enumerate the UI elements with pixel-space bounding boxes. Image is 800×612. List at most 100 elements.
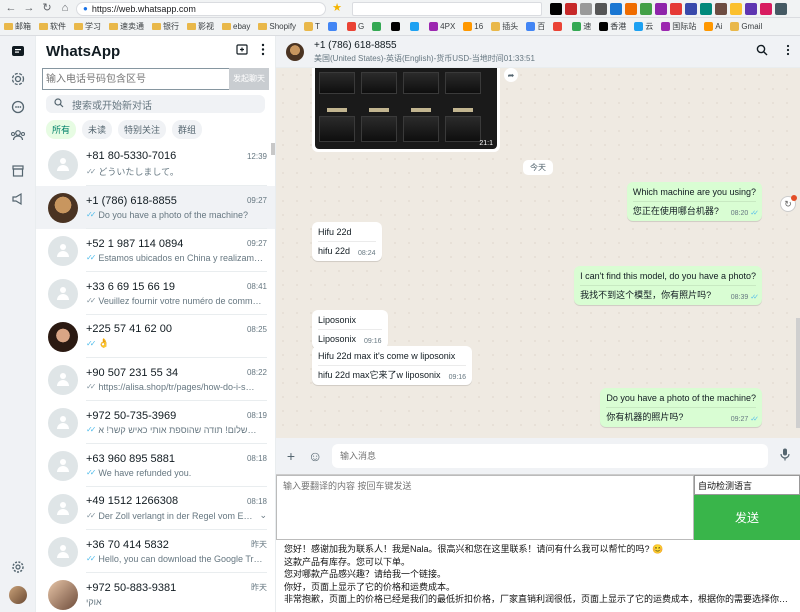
address-bar[interactable]: ● https://web.whatsapp.com bbox=[76, 1, 326, 16]
bookmark-item[interactable]: 4PX bbox=[429, 22, 455, 31]
star-icon[interactable]: ★ bbox=[330, 2, 344, 16]
settings-icon[interactable] bbox=[9, 558, 27, 576]
bookmark-item[interactable]: 插头 bbox=[491, 21, 518, 32]
quick-reply-item[interactable]: 您对哪款产品感兴趣？请给我一个链接。 bbox=[284, 568, 792, 581]
bookmark-item[interactable]: 云 bbox=[634, 21, 653, 32]
extension-icon[interactable] bbox=[565, 2, 577, 15]
reload-icon[interactable]: ↻ bbox=[40, 2, 54, 16]
extension-icon[interactable] bbox=[730, 2, 742, 15]
message-bubble[interactable]: Do you have a photo of the machine? 你有机器… bbox=[600, 388, 762, 427]
bookmark-item[interactable]: 国际站 bbox=[661, 21, 696, 32]
status-icon[interactable] bbox=[9, 70, 27, 88]
bookmark-item[interactable]: 16 bbox=[463, 22, 483, 31]
quick-reply-item[interactable]: 这款产品有库存。您可以下单。 bbox=[284, 556, 792, 569]
megaphone-icon[interactable] bbox=[9, 190, 27, 208]
bookmark-item[interactable]: 软件 bbox=[39, 21, 66, 32]
bookmark-item[interactable]: Ai bbox=[704, 22, 722, 31]
chevron-down-icon[interactable]: ⌄ bbox=[259, 510, 267, 521]
image-message[interactable]: 21:1 bbox=[312, 68, 500, 152]
bookmark-item[interactable]: 银行 bbox=[152, 21, 179, 32]
new-chat-icon[interactable] bbox=[236, 43, 249, 59]
bookmark-item[interactable] bbox=[391, 22, 402, 31]
message-bubble[interactable]: Hifu 22d max it's come w liposonix hifu … bbox=[312, 346, 473, 385]
sticker-icon[interactable]: ☺ bbox=[308, 448, 322, 464]
message-input[interactable] bbox=[332, 444, 768, 468]
chat-list-item[interactable]: +972 50-735-3969 08:19 ✓✓ שלום! תודה שהוספת… bbox=[36, 401, 275, 444]
quick-reply-item[interactable]: 您好！感谢加我为联系人！我是Nala。很高兴和您在这里联系！请问有什么我可以帮忙… bbox=[284, 543, 792, 556]
message-bubble[interactable]: Which machine are you using? 您正在使用哪台机器? 0… bbox=[626, 182, 762, 221]
bookmark-item[interactable]: 速 bbox=[572, 21, 591, 32]
chat-list-item[interactable]: +52 1 987 114 0894 09:27 ✓✓ Estamos ubicado… bbox=[36, 229, 275, 272]
quick-reply-item[interactable]: 非常抱歉，页面上的价格已经是我们的最低折扣价格，厂家直销利润很低，页面上显示了它… bbox=[284, 593, 792, 606]
menu-icon[interactable] bbox=[786, 44, 790, 59]
bookmark-item[interactable]: 速卖通 bbox=[109, 21, 144, 32]
message-bubble[interactable]: I can't find this model, do you have a p… bbox=[574, 266, 762, 305]
extension-icon[interactable] bbox=[745, 2, 757, 15]
chat-list-item[interactable]: +36 70 414 5832 昨天 ✓✓ Hello, you can downlo… bbox=[36, 530, 275, 573]
communities-icon[interactable] bbox=[9, 126, 27, 144]
filter-all[interactable]: 所有 bbox=[46, 120, 77, 139]
menu-icon[interactable] bbox=[261, 43, 265, 59]
bookmark-item[interactable]: 影视 bbox=[187, 21, 214, 32]
conversation-header[interactable]: +1 (786) 618-8855 美国(United States)-英语(E… bbox=[276, 36, 800, 68]
extension-icon[interactable] bbox=[625, 2, 637, 15]
channels-icon[interactable] bbox=[9, 98, 27, 116]
extension-icon[interactable] bbox=[715, 2, 727, 15]
forward-icon[interactable]: → bbox=[22, 2, 36, 16]
messages-scrollbar[interactable] bbox=[796, 318, 800, 428]
extension-icon[interactable] bbox=[550, 2, 562, 15]
filter-favorites[interactable]: 特别关注 bbox=[118, 120, 167, 139]
plus-icon[interactable]: + bbox=[284, 448, 298, 464]
filter-groups[interactable]: 群组 bbox=[172, 120, 203, 139]
chat-list-item[interactable]: +49 1512 1266308 08:18 ✓✓ Der Zoll verlangt… bbox=[36, 487, 275, 530]
chat-search-bar[interactable]: 搜索或开始新对话 bbox=[46, 95, 265, 113]
extension-icon[interactable] bbox=[670, 2, 682, 15]
search-icon[interactable] bbox=[756, 44, 768, 59]
microphone-icon[interactable] bbox=[778, 448, 792, 464]
forward-icon[interactable]: ➦ bbox=[504, 68, 518, 82]
chat-list-item[interactable]: +225 57 41 62 00 08:25 ✓✓ 👌 bbox=[36, 315, 275, 358]
bookmark-item[interactable]: T bbox=[304, 22, 320, 31]
extension-icon[interactable] bbox=[655, 2, 667, 15]
bookmark-item[interactable]: Gmail bbox=[730, 22, 762, 31]
extension-icon[interactable] bbox=[685, 2, 697, 15]
bookmark-item[interactable]: 香港 bbox=[599, 21, 626, 32]
back-icon[interactable]: ← bbox=[4, 2, 18, 16]
chat-list-item[interactable]: +81 80-5330-7016 12:39 ✓✓ どういたしまして。 bbox=[36, 143, 275, 186]
bookmark-item[interactable]: 百 bbox=[526, 21, 545, 32]
chat-list-item[interactable]: +1 (786) 618-8855 09:27 ✓✓ Do you have a ph… bbox=[36, 186, 275, 229]
extension-icon[interactable] bbox=[580, 2, 592, 15]
phone-number-input[interactable] bbox=[42, 68, 229, 90]
send-button[interactable]: 发送 bbox=[694, 495, 800, 540]
bookmark-item[interactable]: 学习 bbox=[74, 21, 101, 32]
message-bubble[interactable]: Hifu 22d hifu 22d 08:24 bbox=[312, 222, 382, 261]
extension-icon[interactable] bbox=[640, 2, 652, 15]
start-chat-button[interactable]: 发起聊天 bbox=[229, 68, 269, 90]
bookmark-item[interactable]: ebay bbox=[222, 22, 250, 31]
extension-icon[interactable] bbox=[775, 2, 787, 15]
contact-avatar[interactable] bbox=[286, 42, 304, 61]
bookmark-item[interactable]: Shopify bbox=[258, 22, 296, 31]
chat-list-item[interactable]: +63 960 895 5881 08:18 ✓✓ We have refunded … bbox=[36, 444, 275, 487]
browser-search-box[interactable] bbox=[352, 1, 542, 16]
bookmark-item[interactable]: G bbox=[346, 22, 364, 31]
message-bubble[interactable]: Liposonix Liposonix 09:16 bbox=[312, 310, 388, 349]
bookmark-item[interactable] bbox=[410, 22, 421, 31]
extension-icon[interactable] bbox=[700, 2, 712, 15]
chat-list-item[interactable]: +33 6 69 15 66 19 08:41 ✓✓ Veuillez fournir… bbox=[36, 272, 275, 315]
bookmark-item[interactable] bbox=[327, 22, 339, 31]
home-icon[interactable]: ⌂ bbox=[58, 2, 72, 16]
chat-list-item[interactable]: +972 50-883-9381 昨天 אוקי bbox=[36, 573, 275, 612]
chats-icon[interactable] bbox=[9, 42, 27, 60]
extension-icon[interactable] bbox=[595, 2, 607, 15]
bookmark-item[interactable] bbox=[553, 22, 564, 31]
quick-reply-item[interactable]: 你好，页面上显示了它的价格和运费成本。 bbox=[284, 581, 792, 594]
profile-avatar[interactable] bbox=[8, 586, 27, 604]
translate-float-button[interactable]: ↻ bbox=[780, 195, 797, 212]
bookmark-item[interactable]: 邮箱 bbox=[4, 21, 31, 32]
chat-list-item[interactable]: +90 507 231 55 34 08:22 ✓✓ https://alisa.sh… bbox=[36, 358, 275, 401]
extension-icon[interactable] bbox=[760, 2, 772, 15]
filter-unread[interactable]: 未读 bbox=[82, 120, 113, 139]
extension-icon[interactable] bbox=[610, 2, 622, 15]
bookmark-item[interactable] bbox=[372, 22, 383, 31]
